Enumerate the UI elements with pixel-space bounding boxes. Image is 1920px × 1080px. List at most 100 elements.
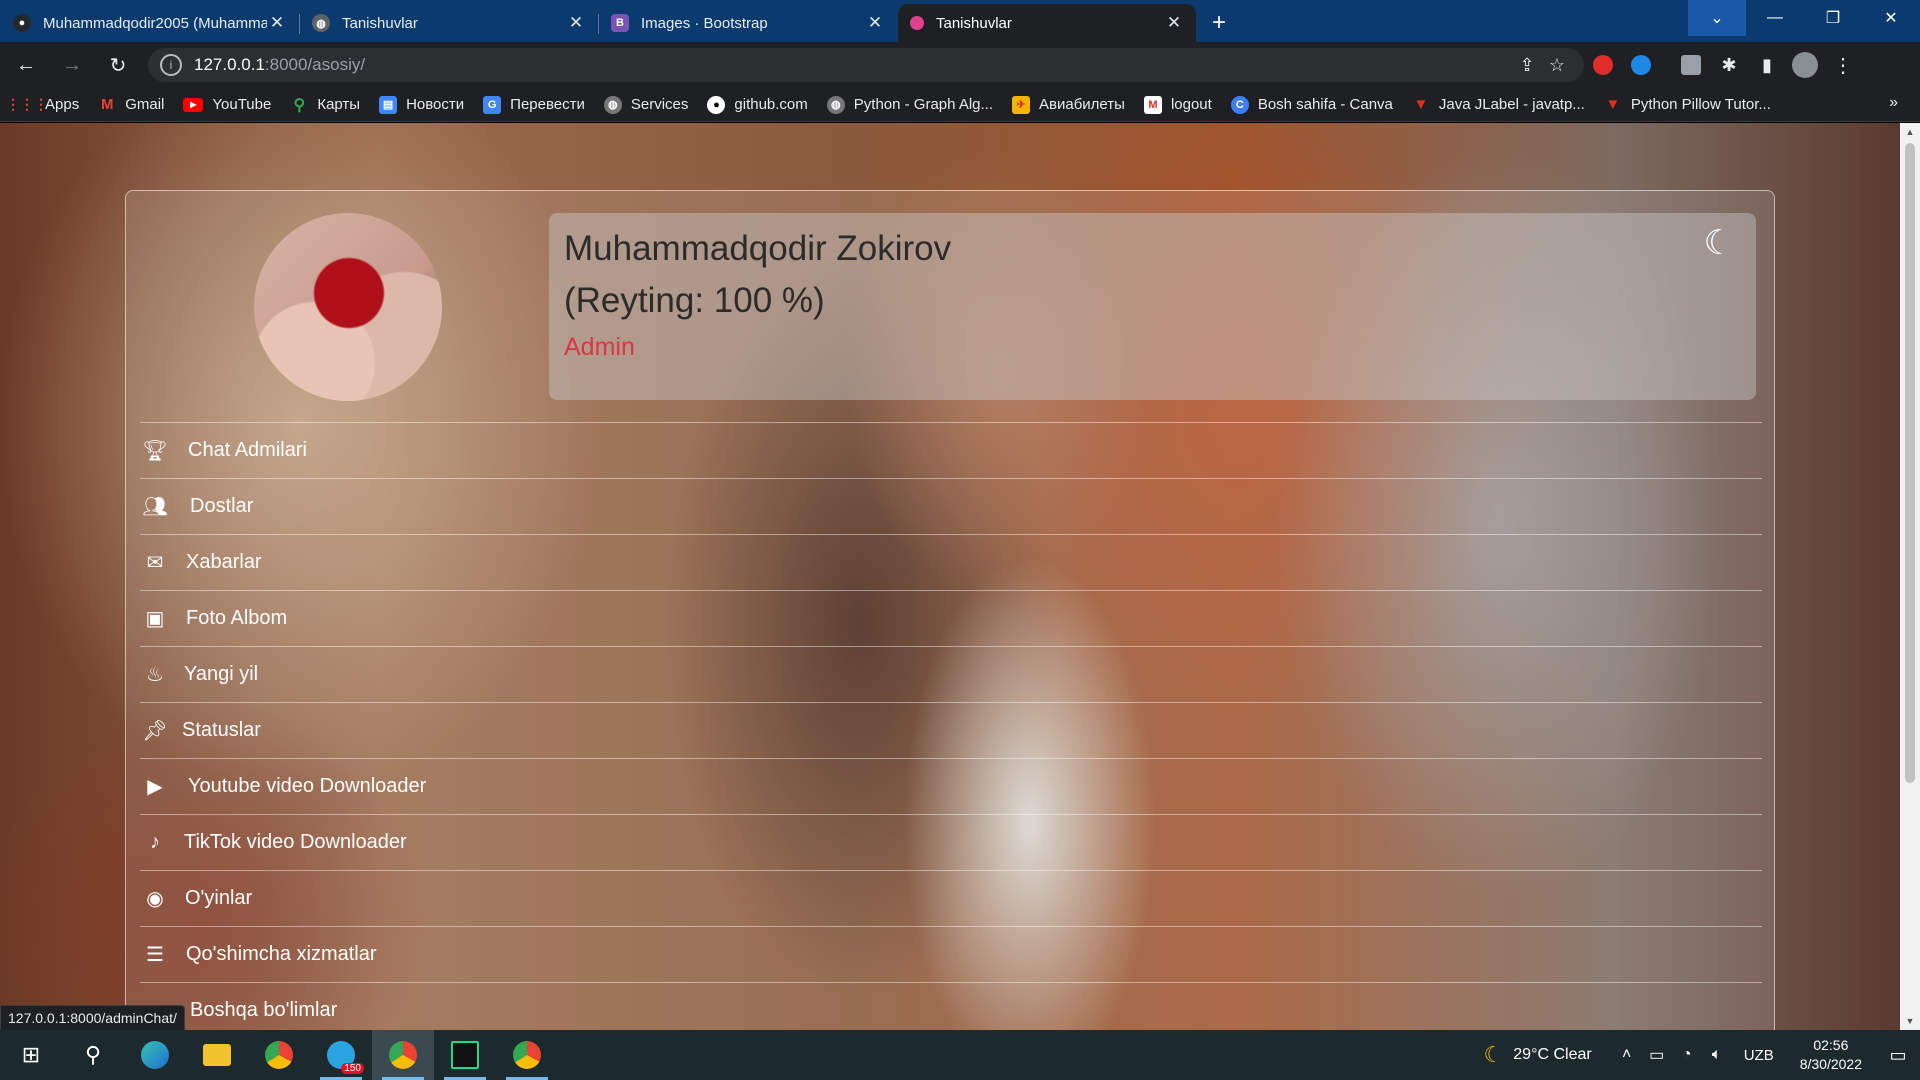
system-tray: ☾ 29°C Clear ˄ ▭ ◔ 🔈︎ UZB 02:56 8/30/202… [1484, 1030, 1920, 1080]
site-info-icon[interactable]: i [160, 54, 182, 76]
cake-icon: ♨ [146, 664, 164, 686]
file-explorer-icon[interactable] [186, 1030, 248, 1080]
bookmark-github[interactable]: ● github.com [707, 95, 808, 114]
chrome-profile-icon[interactable] [496, 1030, 558, 1080]
new-tab-button[interactable]: + [1200, 4, 1238, 42]
back-icon[interactable]: ← [6, 45, 46, 85]
chevron-up-icon[interactable]: ˄ [1612, 1046, 1642, 1064]
extension-gray-icon[interactable] [1672, 46, 1710, 84]
edge-icon[interactable] [124, 1030, 186, 1080]
maps-icon: ⚲ [293, 96, 306, 114]
language-indicator[interactable]: UZB [1744, 1047, 1774, 1064]
reload-icon[interactable]: ↻ [98, 45, 138, 85]
moon-icon[interactable]: ☾ [1704, 223, 1734, 263]
menu-item-youtube-downloader[interactable]: ▶ Youtube video Downloader [140, 758, 1762, 814]
menu-item-statuses[interactable]: 📌︎ Statuslar [140, 702, 1762, 758]
browser-tab[interactable]: ◍ Tanishuvlar ✕ [300, 4, 599, 42]
menu-item-tiktok-downloader[interactable]: ♪ TikTok video Downloader [140, 814, 1762, 870]
bookmark-news[interactable]: ▤ Новости [379, 95, 464, 114]
bookmark-apps[interactable]: ⋮⋮⋮ Apps [6, 96, 79, 114]
trophy-icon: 🏆︎ [142, 440, 168, 462]
bookmark-canva[interactable]: C Bosh sahifa - Canva [1230, 95, 1393, 114]
pycharm-icon[interactable] [434, 1030, 496, 1080]
bookmark-python-graph[interactable]: ◍ Python - Graph Alg... [826, 95, 993, 114]
profile-card: Muhammadqodir Zokirov (Reyting: 100 %) A… [125, 190, 1775, 1030]
youtube-icon: ▶ [147, 776, 163, 798]
browser-tab-active[interactable]: Tanishuvlar ✕ [898, 4, 1196, 42]
chrome-icon[interactable] [248, 1030, 310, 1080]
battery-icon[interactable]: ▭ [1642, 1045, 1672, 1065]
tickets-icon: ✈ [1012, 95, 1031, 114]
menu-item-extra-services[interactable]: ☰ Qo'shimcha xizmatlar [140, 926, 1762, 982]
restore-icon[interactable]: ❐ [1804, 0, 1862, 36]
weather-widget[interactable]: ☾ 29°C Clear [1484, 1042, 1592, 1068]
shazam-extension-icon[interactable] [1622, 46, 1660, 84]
javatpoint-icon: ▼ [1605, 96, 1621, 113]
gamepad-icon: ◉ [146, 888, 164, 910]
menu-item-messages[interactable]: ✉ Xabarlar [140, 534, 1762, 590]
volume-icon[interactable]: 🔈︎ [1702, 1046, 1732, 1064]
tiktok-icon: ♪ [150, 831, 160, 853]
url-path: :8000/asosiy/ [264, 55, 366, 74]
window-controls: ⌄ — ❐ ✕ [1688, 0, 1920, 36]
notification-icon[interactable]: ▭ [1876, 1045, 1920, 1066]
share-icon[interactable]: ⇪ [1512, 55, 1542, 76]
profile-name: Muhammadqodir Zokirov [564, 229, 952, 268]
browser-menu-icon[interactable]: ⋮ [1824, 46, 1862, 84]
extensions-puzzle-icon[interactable]: ✱ [1710, 46, 1748, 84]
minimize-icon[interactable]: — [1746, 0, 1804, 36]
bookmark-maps[interactable]: ⚲ Карты [290, 96, 360, 114]
forward-icon[interactable]: → [52, 45, 92, 85]
side-panel-icon[interactable]: ▮ [1748, 46, 1786, 84]
menu-item-photo-album[interactable]: ▣ Foto Albom [140, 590, 1762, 646]
menu-item-chat-admins[interactable]: 🏆︎ Chat Admilari [140, 422, 1762, 478]
close-tab-icon[interactable]: ✕ [566, 13, 586, 33]
tab-title: Tanishuvlar [936, 14, 1012, 32]
bookmark-logout[interactable]: Mlogout [1143, 95, 1212, 114]
bookmark-gmail[interactable]: M Gmail [98, 96, 164, 114]
address-bar[interactable]: i 127.0.0.1:8000/asosiy/ ⇪ ☆ [148, 48, 1584, 82]
profile-avatar-icon[interactable] [1786, 46, 1824, 84]
bookmark-translate[interactable]: G Перевести [483, 95, 585, 114]
bookmark-python-pillow[interactable]: ▼ Python Pillow Tutor... [1604, 96, 1771, 114]
weather-text: 29°C Clear [1513, 1046, 1592, 1063]
scroll-up-icon[interactable]: ▲ [1900, 127, 1920, 137]
telegram-badge: 150 [341, 1063, 364, 1074]
close-window-icon[interactable]: ✕ [1862, 0, 1920, 36]
scrollbar-thumb[interactable] [1905, 143, 1915, 783]
bookmark-star-icon[interactable]: ☆ [1542, 55, 1572, 76]
bookmark-services[interactable]: ◍ Services [603, 95, 688, 114]
bookmarks-overflow-button[interactable]: » [1889, 94, 1898, 112]
users-icon: 👥︎ [142, 496, 168, 518]
windows-start-icon[interactable]: ⊞ [0, 1030, 62, 1080]
wifi-icon[interactable]: ◔ [1672, 1046, 1702, 1064]
extension-red-icon[interactable] [1584, 46, 1622, 84]
browser-tab[interactable]: B Images · Bootstrap ✕ [599, 4, 897, 42]
server-icon: ☰ [146, 944, 164, 966]
close-tab-icon[interactable]: ✕ [865, 13, 885, 33]
profile-rating: (Reyting: 100 %) [564, 281, 825, 320]
tab-title: Tanishuvlar [342, 14, 418, 32]
thumbtack-icon: 📌︎ [142, 720, 168, 742]
gmail-icon: M [100, 96, 114, 113]
browser-tab[interactable]: ● Muhammadqodir2005 (Muhammadqodir) ✕ [1, 4, 300, 42]
tab-search-icon[interactable]: ⌄ [1688, 0, 1746, 36]
weather-moon-icon: ☾ [1483, 1042, 1504, 1067]
tab-title: Muhammadqodir2005 (Muhammadqodir) [43, 14, 267, 32]
menu-item-other-sections[interactable]: ● Boshqa bo'limlar [140, 982, 1762, 1030]
menu-item-new-year[interactable]: ♨ Yangi yil [140, 646, 1762, 702]
bookmark-java-jlabel[interactable]: ▼ Java JLabel - javatp... [1412, 96, 1584, 114]
menu-item-games[interactable]: ◉ O'yinlar [140, 870, 1762, 926]
clock[interactable]: 02:56 8/30/2022 [1800, 1036, 1862, 1074]
logout-icon: M [1143, 95, 1162, 114]
chrome-active-icon[interactable] [372, 1030, 434, 1080]
close-tab-icon[interactable]: ✕ [1164, 13, 1184, 33]
telegram-icon[interactable]: 150 [310, 1030, 372, 1080]
scroll-down-icon[interactable]: ▼ [1900, 1016, 1920, 1026]
search-icon[interactable]: ⚲ [62, 1030, 124, 1080]
bookmark-tickets[interactable]: ✈ Авиабилеты [1012, 95, 1125, 114]
page-scrollbar[interactable]: ▲ ▼ [1900, 123, 1920, 1030]
menu-item-friends[interactable]: 👥︎ Dostlar [140, 478, 1762, 534]
close-tab-icon[interactable]: ✕ [267, 13, 287, 33]
bookmark-youtube[interactable]: ▶ YouTube [183, 96, 271, 113]
